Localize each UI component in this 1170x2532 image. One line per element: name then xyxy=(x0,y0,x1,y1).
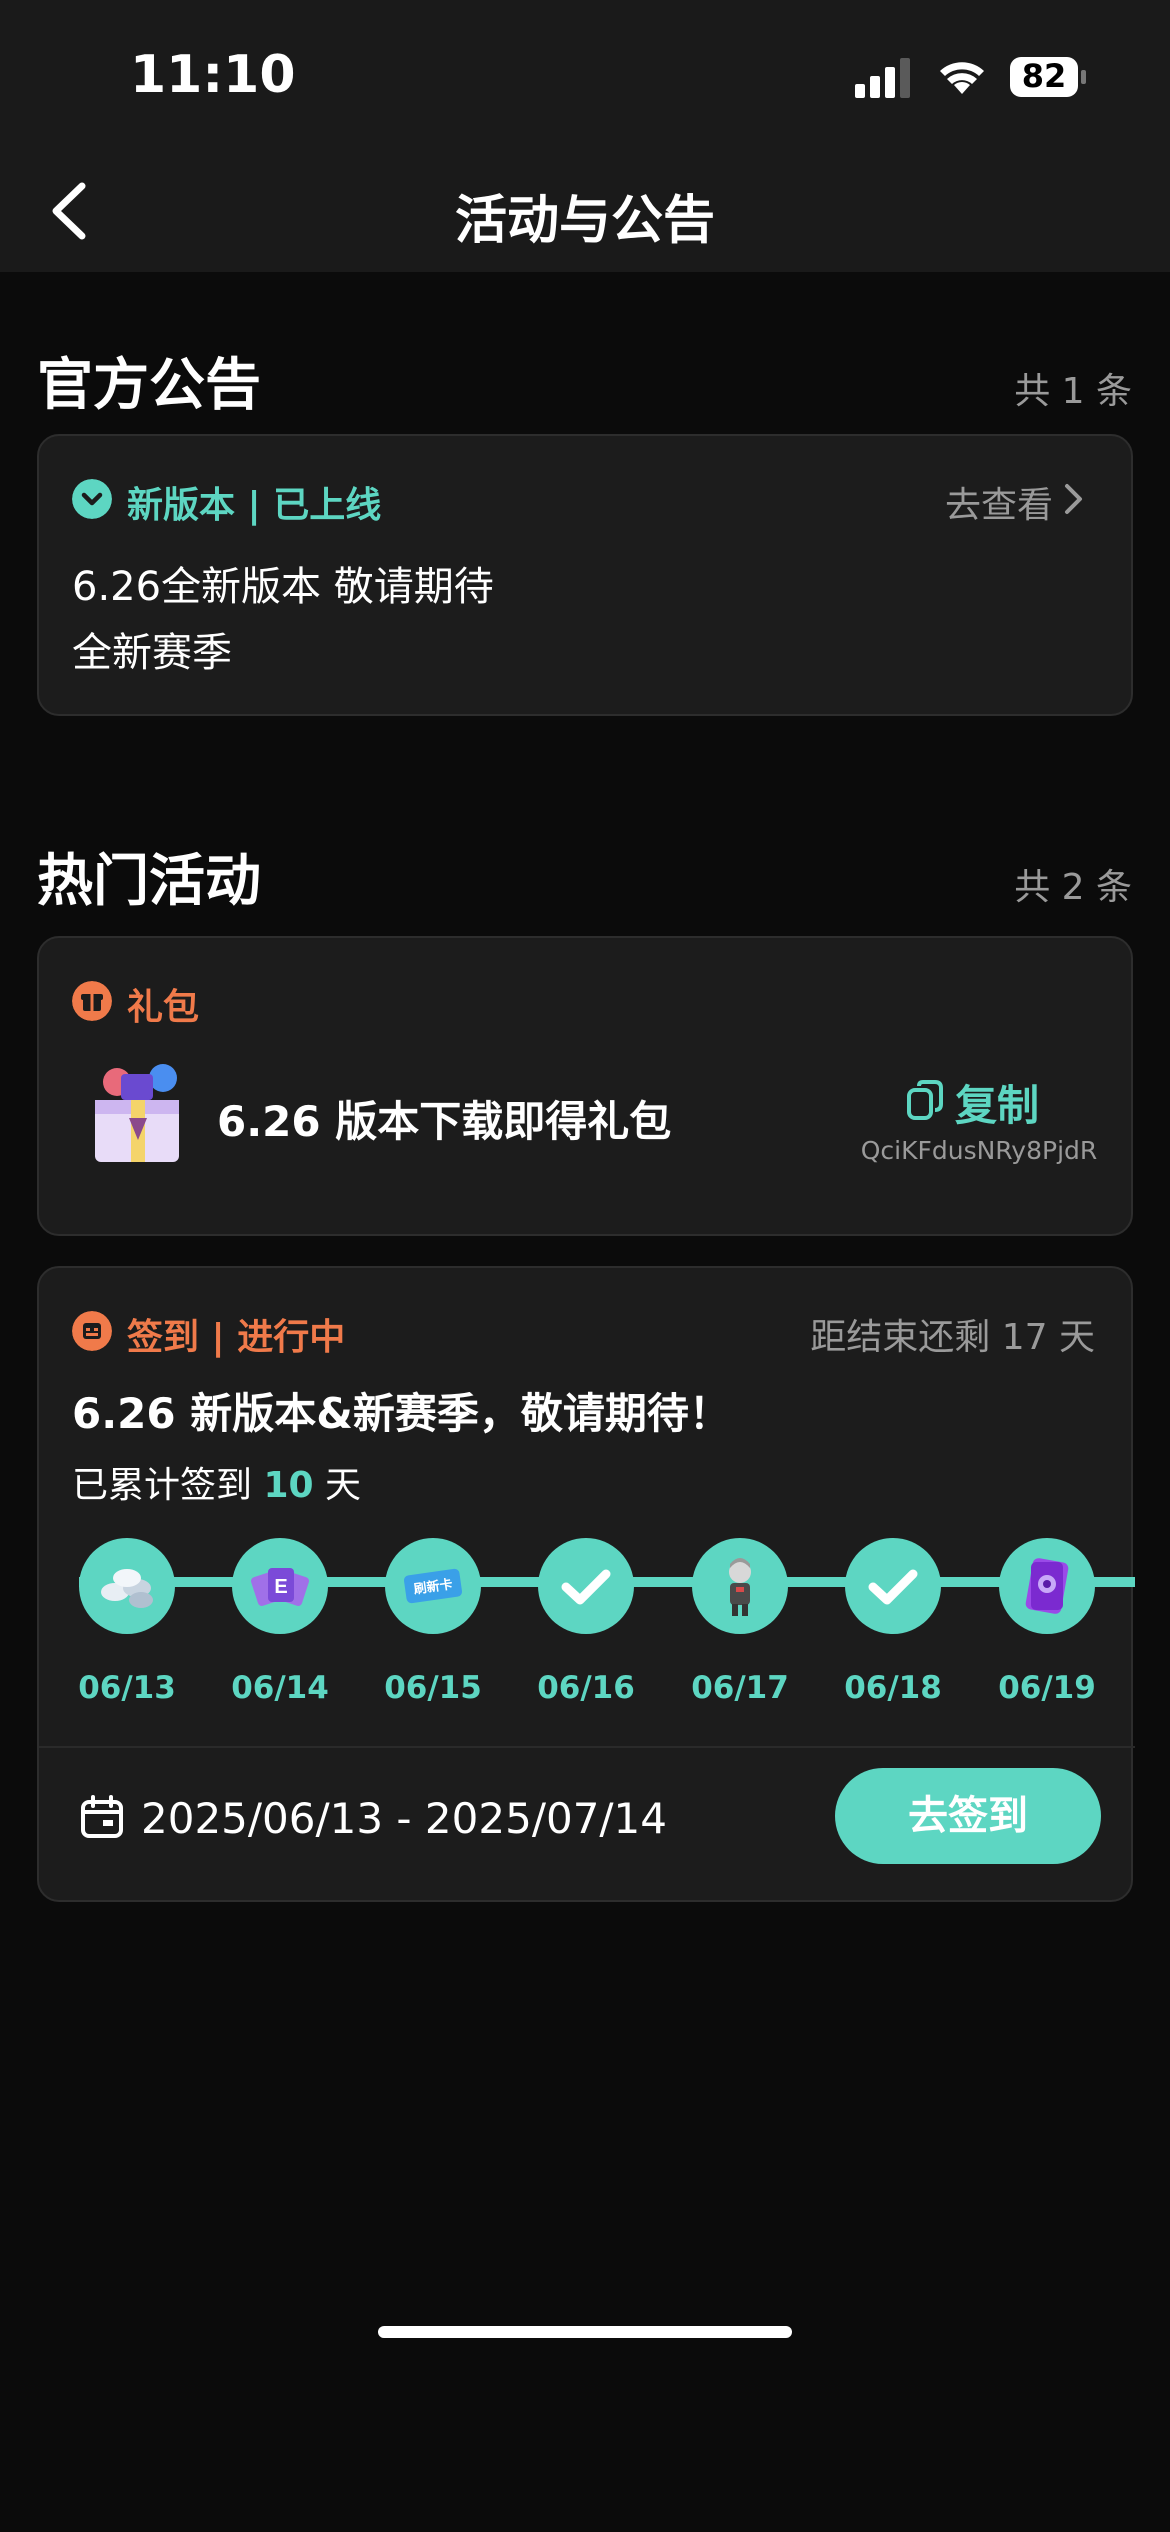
announcement-card[interactable]: 新版本 | 已上线 去查看 6.26全新版本 敬请期待 全新赛季 xyxy=(37,434,1133,716)
section-title-hot-events: 热门活动 xyxy=(37,849,261,914)
gift-box-icon xyxy=(95,1064,179,1162)
day-date-label: 06/18 xyxy=(844,1670,942,1706)
card-divider xyxy=(39,1746,1135,1748)
checkin-remaining: 距结束还剩 17 天 xyxy=(810,1317,1095,1358)
day-date-label: 06/16 xyxy=(537,1670,635,1706)
gift-card[interactable]: 礼包 6.26 版本下载即得礼包 复制 QciKFdusNRy8PjdR xyxy=(37,936,1133,1236)
cellular-signal-icon xyxy=(855,58,910,98)
copy-icon[interactable] xyxy=(905,1078,945,1122)
card-pack-icon xyxy=(1025,1558,1069,1614)
gift-tag: 礼包 xyxy=(127,987,200,1028)
status-bar: 11:10 82 xyxy=(0,0,1170,150)
calendar-icon xyxy=(81,1795,123,1838)
day-reward-0619[interactable] xyxy=(999,1538,1095,1634)
page-title: 活动与公告 xyxy=(454,191,715,251)
announcement-tag: 新版本 | 已上线 xyxy=(127,485,382,526)
announcement-line-2: 全新赛季 xyxy=(72,630,232,676)
status-time: 11:10 xyxy=(130,45,296,105)
day-date-label: 06/19 xyxy=(998,1670,1096,1706)
cards-icon: E xyxy=(250,1568,310,1606)
hot-events-count: 共 2 条 xyxy=(1014,867,1132,908)
day-date-label: 06/15 xyxy=(384,1670,482,1706)
gift-title: 6.26 版本下载即得礼包 xyxy=(217,1097,672,1146)
check-icon xyxy=(561,1569,611,1605)
home-indicator xyxy=(378,2326,792,2338)
chevron-right-icon[interactable] xyxy=(1061,480,1087,518)
gift-icon xyxy=(72,981,112,1021)
checkin-progress: 已累计签到 10 天 xyxy=(72,1456,361,1508)
copy-button[interactable]: 复制 xyxy=(955,1072,1039,1133)
day-reward-0614[interactable]: E xyxy=(232,1538,328,1634)
svg-text:E: E xyxy=(274,1576,287,1598)
gift-code: QciKFdusNRy8PjdR xyxy=(860,1136,1098,1165)
announcement-line-1: 6.26全新版本 敬请期待 xyxy=(72,564,494,610)
nav-bar: 活动与公告 xyxy=(0,150,1170,272)
battery-level: 82 xyxy=(1021,57,1067,95)
day-reward-0615[interactable]: 刷新卡 xyxy=(385,1538,481,1634)
checkin-date-range: 2025/06/13 - 2025/07/14 xyxy=(141,1794,668,1843)
day-reward-0613[interactable] xyxy=(79,1538,175,1634)
day-reward-0617[interactable] xyxy=(692,1538,788,1634)
checkin-title: 6.26 新版本&新赛季，敬请期待！ xyxy=(72,1389,731,1438)
ticket-icon: 刷新卡 xyxy=(403,1568,463,1604)
checkin-tag: 签到 | 进行中 xyxy=(127,1317,346,1358)
day-date-label: 06/14 xyxy=(231,1670,329,1706)
chevron-badge-icon xyxy=(72,479,112,519)
day-date-label: 06/17 xyxy=(691,1670,789,1706)
checkin-button[interactable]: 去签到 xyxy=(835,1768,1101,1864)
calendar-badge-icon xyxy=(72,1311,112,1351)
checkin-progress-suffix: 天 xyxy=(325,1465,362,1506)
day-reward-0616[interactable] xyxy=(538,1538,634,1634)
checkin-progress-prefix: 已累计签到 xyxy=(72,1465,253,1506)
view-link[interactable]: 去查看 xyxy=(945,476,1053,528)
announcements-count: 共 1 条 xyxy=(1014,371,1132,412)
checkin-progress-days: 10 xyxy=(263,1465,314,1506)
character-icon xyxy=(729,1558,751,1616)
day-reward-0618[interactable] xyxy=(845,1538,941,1634)
wifi-icon xyxy=(940,62,984,94)
day-date-label: 06/13 xyxy=(78,1670,176,1706)
check-icon xyxy=(868,1569,918,1605)
section-title-announcements: 官方公告 xyxy=(37,353,261,418)
coins-icon xyxy=(101,1569,153,1608)
checkin-card[interactable]: 签到 | 进行中 距结束还剩 17 天 6.26 新版本&新赛季，敬请期待！ 已… xyxy=(37,1266,1135,1902)
